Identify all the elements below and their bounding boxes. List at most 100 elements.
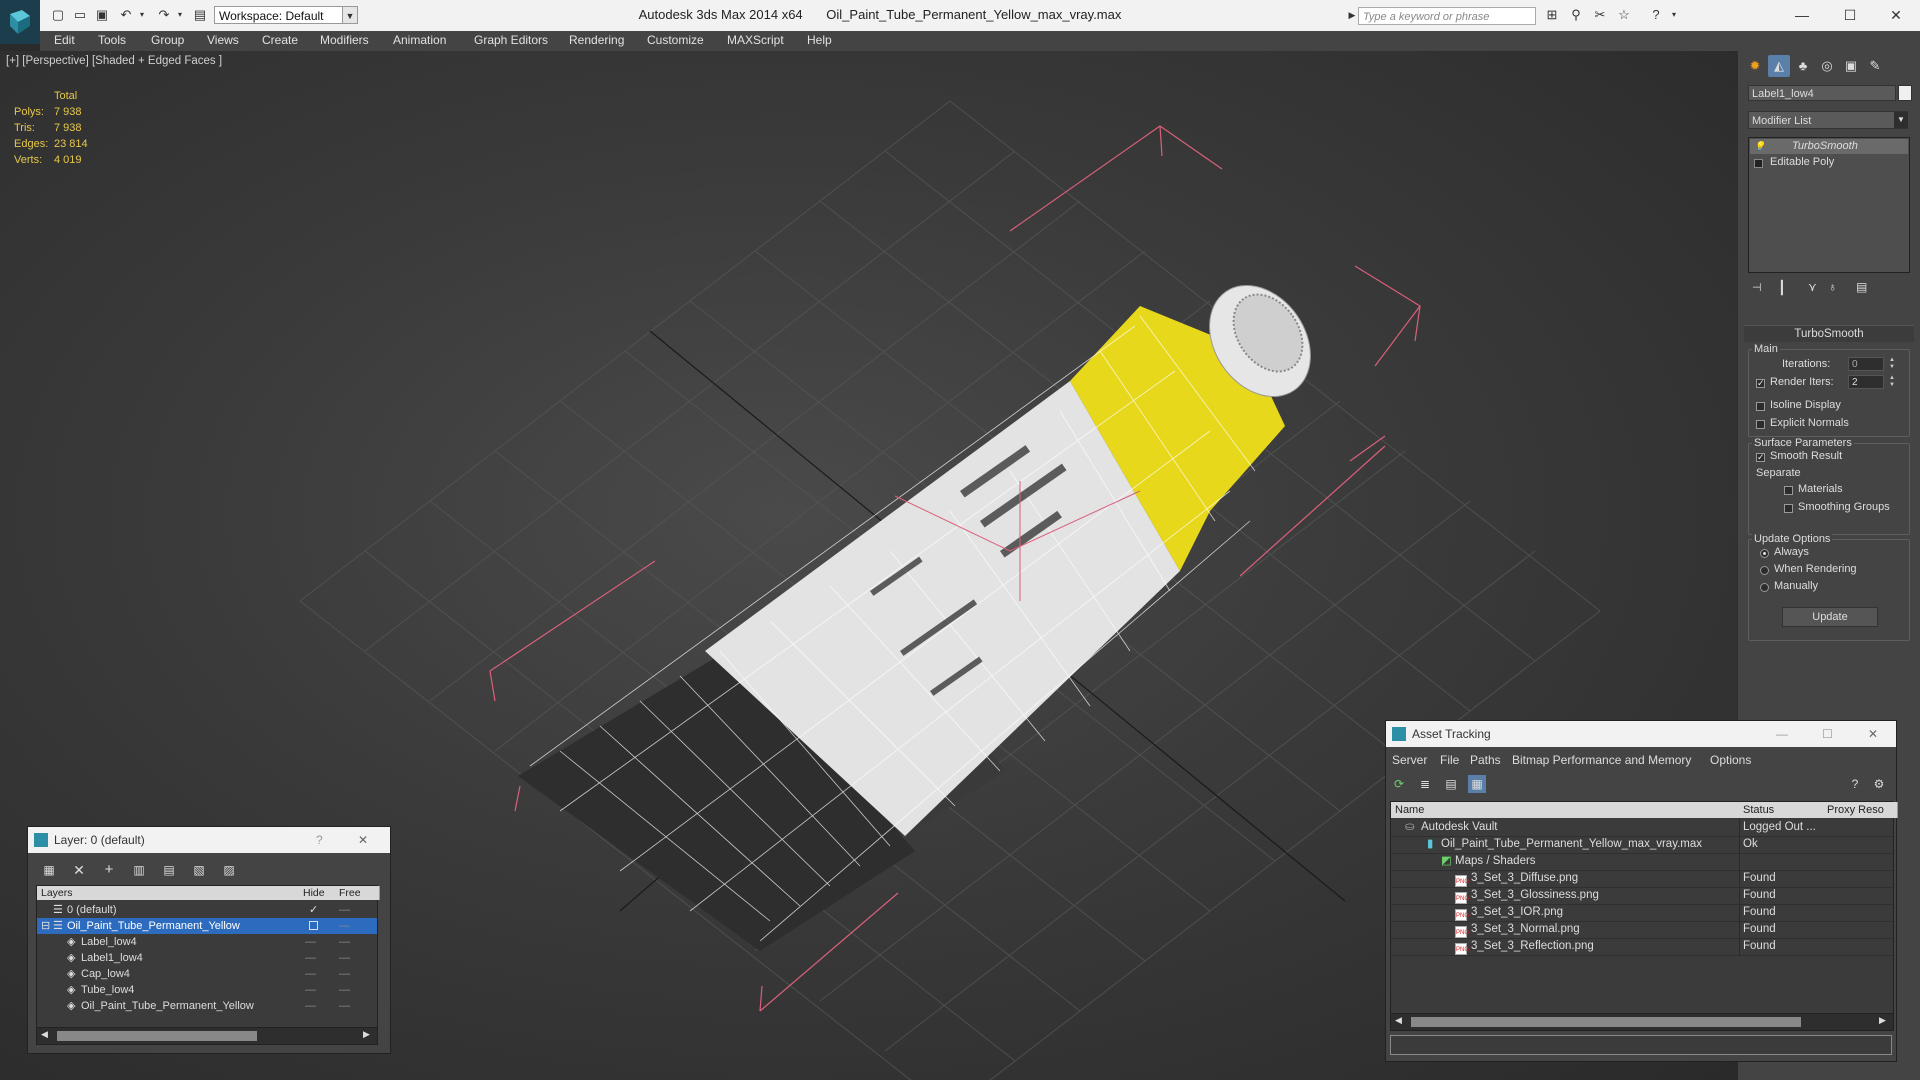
menu-help[interactable]: Help	[807, 33, 832, 47]
communication-center-icon[interactable]: ⚲	[1568, 7, 1584, 23]
new-file-icon[interactable]: ▢	[50, 7, 66, 23]
layer-dialog-titlebar[interactable]: Layer: 0 (default) ? ✕	[28, 827, 390, 853]
layer-row[interactable]: ◈ Cap_low4 — —	[37, 966, 377, 982]
layer-checkbox[interactable]	[309, 921, 318, 930]
column-proxy-resolution[interactable]: Proxy Reso	[1823, 802, 1898, 818]
search-input[interactable]: Type a keyword or phrase	[1358, 7, 1536, 25]
menu-create[interactable]: Create	[262, 33, 298, 47]
update-button[interactable]: Update	[1782, 607, 1878, 627]
expand-icon[interactable]	[1754, 159, 1763, 168]
hierarchy-tab-icon[interactable]: ♣	[1792, 55, 1814, 77]
layer-row[interactable]: ☰ 0 (default) ✓ —	[37, 902, 377, 918]
layer-row[interactable]: ◈ Label_low4 — —	[37, 934, 377, 950]
scrollbar-thumb[interactable]	[1411, 1017, 1801, 1027]
create-layer-icon[interactable]: ▦	[40, 861, 58, 879]
scroll-left-icon[interactable]: ◀	[1395, 1015, 1402, 1026]
layer-row[interactable]: ◈ Label1_low4 — —	[37, 950, 377, 966]
spinner-arrows-icon[interactable]: ▲ ▼	[1888, 357, 1896, 371]
maximize-button[interactable]: ☐	[1828, 3, 1872, 27]
render-iters-checkbox[interactable]: ✓	[1756, 379, 1765, 388]
asset-row[interactable]: PNG 3_Set_3_IOR.png Found	[1391, 904, 1893, 922]
modify-tab-icon[interactable]: ◭	[1768, 55, 1790, 77]
close-button[interactable]: ✕	[1874, 3, 1918, 27]
menu-edit[interactable]: Edit	[54, 33, 75, 47]
show-end-result-icon[interactable]: ┃	[1778, 280, 1786, 296]
create-tab-icon[interactable]: ✹	[1744, 55, 1766, 77]
grid-view-icon[interactable]: ▦	[1468, 775, 1486, 793]
save-icon[interactable]: ▣	[94, 7, 110, 23]
column-layers[interactable]: Layers	[37, 886, 300, 900]
select-objects-icon[interactable]: ▥	[130, 861, 148, 879]
highlight-selected-icon[interactable]: ▤	[160, 861, 178, 879]
layer-row-selected[interactable]: ⊟ ☰ Oil_Paint_Tube_Permanent_Yellow —	[37, 918, 377, 934]
menu-modifiers[interactable]: Modifiers	[320, 33, 369, 47]
layer-row[interactable]: ◈ Oil_Paint_Tube_Permanent_Yellow — —	[37, 998, 377, 1014]
menu-file[interactable]: File	[1440, 753, 1459, 767]
asset-row[interactable]: PNG 3_Set_3_Reflection.png Found	[1391, 938, 1893, 956]
table-view-icon[interactable]: ▤	[1442, 775, 1460, 793]
rollout-title[interactable]: TurboSmooth	[1744, 325, 1914, 342]
manually-radio[interactable]	[1760, 583, 1769, 592]
column-hide[interactable]: Hide	[299, 886, 336, 900]
scroll-left-icon[interactable]: ◀	[41, 1029, 48, 1040]
subscription-icon[interactable]: ✂	[1592, 7, 1608, 23]
asset-path-field[interactable]	[1390, 1035, 1892, 1055]
open-file-icon[interactable]: ▭	[72, 7, 88, 23]
asset-dialog-titlebar[interactable]: Asset Tracking — ☐ ✕	[1386, 721, 1896, 747]
collapse-icon[interactable]: ⊟	[41, 918, 50, 934]
menu-views[interactable]: Views	[207, 33, 239, 47]
menu-options[interactable]: Options	[1710, 753, 1751, 767]
column-name[interactable]: Name	[1391, 802, 1740, 818]
menu-tools[interactable]: Tools	[98, 33, 126, 47]
undo-dropdown-icon[interactable]: ▾	[134, 7, 150, 23]
modifier-list-dropdown[interactable]: Modifier List	[1748, 111, 1908, 129]
menu-maxscript[interactable]: MAXScript	[727, 33, 784, 47]
workspace-dropdown-icon[interactable]: ▼	[342, 6, 358, 24]
horizontal-scrollbar[interactable]: ◀ ▶	[1390, 1013, 1894, 1031]
menu-animation[interactable]: Animation	[393, 33, 446, 47]
hide-all-icon[interactable]: ▧	[190, 861, 208, 879]
asset-row[interactable]: ▮ Oil_Paint_Tube_Permanent_Yellow_max_vr…	[1391, 836, 1893, 854]
refresh-icon[interactable]: ⟳	[1390, 775, 1408, 793]
project-folder-icon[interactable]: ▤	[192, 7, 208, 23]
smooth-result-checkbox[interactable]: ✓	[1756, 453, 1765, 462]
favorites-star-icon[interactable]: ☆	[1616, 7, 1632, 23]
render-iters-spinner[interactable]: 2	[1848, 375, 1884, 389]
spinner-arrows-icon[interactable]: ▲ ▼	[1888, 375, 1896, 389]
minimize-button[interactable]: —	[1780, 3, 1824, 27]
modifier-stack[interactable]: 💡 TurboSmooth Editable Poly	[1748, 137, 1910, 273]
minimize-icon[interactable]: —	[1776, 721, 1788, 747]
freeze-all-icon[interactable]: ▨	[220, 861, 238, 879]
column-status[interactable]: Status	[1739, 802, 1824, 818]
object-name-field[interactable]: Label1_low4	[1748, 85, 1896, 101]
asset-row[interactable]: ⛀ Autodesk Vault Logged Out ...	[1391, 819, 1893, 837]
smoothing-groups-checkbox[interactable]	[1784, 504, 1793, 513]
active-check-icon[interactable]: ✓	[309, 902, 318, 918]
horizontal-scrollbar[interactable]: ◀ ▶	[36, 1027, 378, 1045]
undo-icon[interactable]: ↶	[118, 7, 134, 23]
menu-rendering[interactable]: Rendering	[569, 33, 624, 47]
menu-group[interactable]: Group	[151, 33, 184, 47]
when-rendering-radio[interactable]	[1760, 566, 1769, 575]
chevron-down-icon[interactable]: ▼	[1894, 112, 1908, 128]
configure-sets-icon[interactable]: ▤	[1856, 280, 1867, 294]
layer-row[interactable]: ◈ Tube_low4 — —	[37, 982, 377, 998]
scroll-right-icon[interactable]: ▶	[363, 1029, 370, 1040]
pin-stack-icon[interactable]: ⊣	[1752, 281, 1762, 294]
explicit-normals-checkbox[interactable]	[1756, 420, 1765, 429]
help-dropdown-icon[interactable]: ▾	[1666, 7, 1682, 23]
display-tab-icon[interactable]: ▣	[1840, 55, 1862, 77]
app-logo[interactable]	[0, 0, 40, 44]
redo-icon[interactable]: ↷	[156, 7, 172, 23]
help-icon[interactable]: ?	[1648, 7, 1664, 23]
list-view-icon[interactable]: ≣	[1416, 775, 1434, 793]
add-to-layer-icon[interactable]: +	[100, 861, 118, 879]
scrollbar-thumb[interactable]	[57, 1031, 257, 1041]
delete-layer-icon[interactable]: ✕	[70, 861, 88, 879]
column-freeze[interactable]: Free	[335, 886, 380, 900]
menu-paths[interactable]: Paths	[1470, 753, 1501, 767]
stack-item-turbosmooth[interactable]: 💡 TurboSmooth	[1750, 139, 1908, 154]
materials-checkbox[interactable]	[1784, 486, 1793, 495]
stack-item-editable-poly[interactable]: Editable Poly	[1750, 155, 1908, 170]
close-icon[interactable]: ✕	[1868, 721, 1878, 747]
